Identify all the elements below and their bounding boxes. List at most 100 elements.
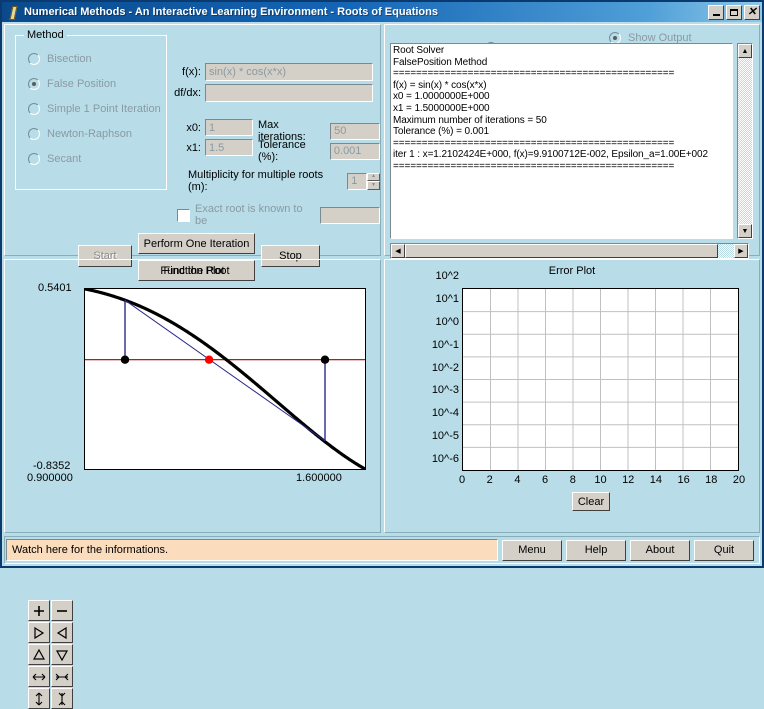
radio-icon	[28, 52, 40, 65]
x0-input[interactable]: 1	[205, 119, 253, 136]
pan-right-button[interactable]	[28, 622, 50, 643]
multiplicity-label: Multiplicity for multiple roots (m):	[188, 169, 324, 193]
error-plot-y-tick: 10^-1	[431, 338, 459, 351]
window-controls: ✕	[708, 4, 760, 20]
radio-icon	[609, 31, 621, 44]
x1-label: x1:	[186, 141, 201, 154]
pan-down-button[interactable]	[51, 644, 73, 665]
menu-button[interactable]: Menu	[502, 539, 562, 561]
application-window: Numerical Methods - An Interactive Learn…	[0, 0, 764, 709]
function-plot-y-max-label: 0.5401	[38, 282, 72, 294]
stepper-down-icon[interactable]: ▼	[367, 181, 380, 190]
zoom-in-button[interactable]	[28, 600, 50, 621]
error-plot-canvas[interactable]	[462, 288, 739, 471]
quit-button[interactable]: Quit	[694, 539, 754, 561]
error-plot-x-tick: 18	[705, 474, 718, 486]
shrink-vertical-button[interactable]	[51, 688, 73, 709]
zoom-out-button[interactable]	[51, 600, 73, 621]
function-plot-canvas[interactable]	[83, 287, 367, 471]
tolerance-input[interactable]: 0.001	[329, 142, 380, 160]
error-plot-y-axis-labels: 10^2 10^1 10^0 10^-1 10^-2 10^-3 10^-4 10^-5 10^…	[393, 270, 459, 465]
error-plot-x-tick: 14	[649, 474, 663, 486]
shrink-horizontal-button[interactable]	[51, 666, 73, 687]
help-button[interactable]: Help	[566, 539, 626, 561]
plots-region: Function Plot 0.5401 -0.8352 0.900000 1.…	[4, 259, 760, 709]
radio-false-position[interactable]: False Position	[28, 71, 166, 96]
fx-input[interactable]: sin(x) * cos(x*x)	[205, 63, 373, 81]
radio-simple-1-point-iteration[interactable]: Simple 1 Point Iteration	[28, 96, 166, 121]
horizontal-scroll-track[interactable]	[405, 244, 734, 258]
multiplicity-row: Multiplicity for multiple roots (m): 1 ▲…	[188, 169, 380, 193]
function-plot-x-max-label: 1.600000	[296, 472, 342, 484]
error-plot-x-tick: 4	[514, 474, 521, 486]
error-plot-y-tick: 10^-2	[431, 361, 459, 374]
exact-root-row: Exact root is known to be	[177, 203, 380, 227]
exact-root-input[interactable]	[319, 206, 380, 224]
error-plot-x-tick: 0	[458, 474, 466, 486]
error-plot-panel: Error Plot 10^2 10^1 10^0 10^-1 10^-2 10^-3 10…	[384, 259, 760, 533]
pan-left-button[interactable]	[51, 622, 73, 643]
radio-label: False Position	[47, 77, 117, 90]
x0-bracket-point	[120, 355, 130, 364]
top-region: Method Bisection False Position Simple 1…	[4, 24, 760, 281]
error-plot-y-tick: 10^0	[435, 315, 459, 328]
maximize-button[interactable]	[726, 4, 742, 20]
radio-icon	[28, 77, 40, 90]
function-plot-graphics	[83, 287, 367, 471]
minimize-button[interactable]	[708, 4, 724, 20]
vertical-scroll-track[interactable]	[738, 58, 752, 224]
exact-root-checkbox[interactable]	[177, 208, 190, 222]
output-vertical-scrollbar[interactable]: ▲ ▼	[737, 43, 753, 239]
output-panel: Show Input Show Output Root Solver False…	[384, 24, 760, 259]
expand-horizontal-button[interactable]	[28, 666, 50, 687]
function-curve	[83, 287, 367, 471]
secant-line	[124, 299, 326, 442]
radio-label: Bisection	[47, 52, 92, 65]
radio-label: Secant	[47, 152, 82, 165]
error-plot-graphics	[463, 289, 738, 470]
multiplicity-stepper[interactable]: ▲ ▼	[367, 172, 380, 190]
dfdx-input[interactable]	[205, 84, 373, 102]
radio-bisection[interactable]: Bisection	[28, 46, 166, 71]
perform-one-iteration-button[interactable]: Perform One Iteration	[138, 233, 255, 254]
scroll-left-icon[interactable]: ◀	[391, 244, 405, 258]
error-plot-x-tick: 6	[542, 474, 549, 486]
error-plot-y-tick: 10^1	[435, 292, 459, 305]
close-button[interactable]: ✕	[744, 4, 760, 20]
scroll-up-icon[interactable]: ▲	[738, 44, 752, 58]
pan-up-button[interactable]	[28, 644, 50, 665]
x1-bracket-point	[320, 355, 330, 364]
settings-panel: Method Bisection False Position Simple 1…	[4, 24, 381, 281]
pen-icon	[6, 5, 20, 19]
output-console[interactable]: Root Solver FalsePosition Method =======…	[390, 43, 733, 239]
x1-input[interactable]: 1.5	[205, 139, 253, 156]
horizontal-scroll-thumb[interactable]	[405, 244, 718, 258]
error-plot-y-tick: 10^-6	[431, 453, 459, 465]
expand-vertical-button[interactable]	[28, 688, 50, 709]
radio-label: Simple 1 Point Iteration	[47, 102, 161, 115]
x0-field-row: x0: 1	[183, 119, 253, 136]
scroll-right-icon[interactable]: ▶	[734, 244, 748, 258]
output-horizontal-scrollbar[interactable]: ◀ ▶	[390, 243, 749, 259]
radio-secant[interactable]: Secant	[28, 146, 166, 171]
window-title: Numerical Methods - An Interactive Learn…	[24, 6, 438, 18]
exact-root-label: Exact root is known to be	[195, 203, 303, 227]
current-root-estimate	[204, 355, 214, 364]
about-button[interactable]: About	[630, 539, 690, 561]
multiplicity-input[interactable]: 1	[347, 172, 367, 190]
clear-button[interactable]: Clear	[572, 492, 610, 511]
dfdx-label: df/dx:	[174, 87, 201, 99]
error-plot-y-tick: 10^-4	[431, 407, 459, 420]
stepper-up-icon[interactable]: ▲	[367, 172, 380, 181]
scroll-down-icon[interactable]: ▼	[738, 224, 752, 238]
function-plot-y-min-label: -0.8352	[33, 460, 71, 472]
status-bar-buttons: Menu Help About Quit	[498, 539, 758, 561]
x0-label: x0:	[186, 121, 201, 134]
radio-newton-raphson[interactable]: Newton-Raphson	[28, 121, 166, 146]
method-group-box: Method Bisection False Position Simple 1…	[15, 29, 167, 190]
plot-zoom-controls	[28, 600, 73, 709]
function-plot-panel: Function Plot 0.5401 -0.8352 0.900000 1.…	[4, 259, 381, 709]
output-console-wrap: Root Solver FalsePosition Method =======…	[390, 43, 753, 263]
max-iterations-input[interactable]: 50	[330, 122, 380, 140]
status-message: Watch here for the informations.	[6, 539, 498, 561]
